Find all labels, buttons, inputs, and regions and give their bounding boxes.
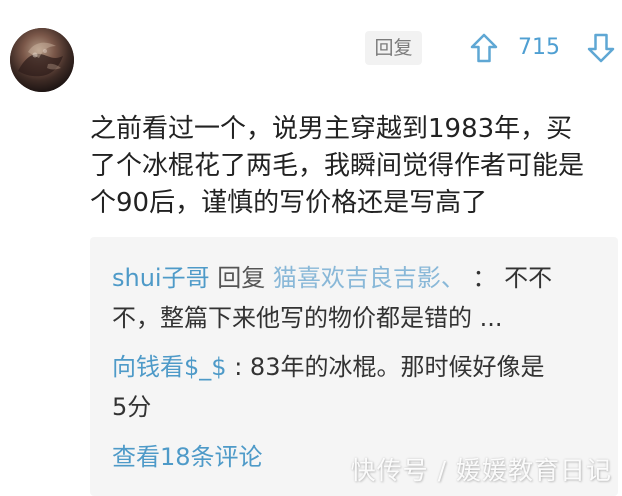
reply-text: 不不: [504, 264, 553, 292]
comment-line: 了个冰棍花了两毛，我瞬间觉得作者可能是: [90, 151, 585, 181]
reply-line: shui子哥 回复 猫喜欢吉良吉影、 ： 不不: [112, 261, 552, 295]
reply-button[interactable]: 回复: [365, 31, 422, 65]
vote-count: 715: [518, 35, 560, 60]
reply-separator: :: [234, 353, 243, 381]
reply-line: 不，整篇下来他写的物价都是错的 ...: [112, 301, 503, 335]
reply-username[interactable]: 向钱看$_$: [112, 353, 227, 381]
reply-text: 不，整篇下来他写的物价都是错的 ...: [112, 304, 503, 332]
reply-separator: ：: [472, 264, 497, 292]
reply-word: 回复: [217, 264, 266, 292]
reply-target-name[interactable]: 猫喜欢吉良吉影、: [273, 264, 465, 292]
comment-line: 之前看过一个，说男主穿越到1983年，买: [90, 114, 573, 144]
reply-text: 5分: [112, 393, 152, 421]
reply-username[interactable]: shui子哥: [112, 264, 210, 292]
comment-body: 之前看过一个，说男主穿越到1983年，买 了个冰棍花了两毛，我瞬间觉得作者可能是…: [90, 111, 612, 222]
comment-card: 回复 715 之前看过一个，说男主穿越到1983年，买 了个冰棍花了两毛，我瞬间…: [0, 0, 622, 496]
reply-text: 83年的冰棍。那时候好像是: [249, 353, 545, 381]
reply-line: 向钱看$_$ : 83年的冰棍。那时候好像是: [112, 350, 544, 384]
view-more-comments-link[interactable]: 查看18条评论: [112, 440, 263, 474]
watermark: 快传号 / 媛媛教育日记: [350, 456, 612, 485]
arrow-down-icon[interactable]: [586, 32, 616, 64]
comment-line: 个90后，谨慎的写价格还是写高了: [90, 188, 488, 218]
avatar[interactable]: [10, 28, 74, 92]
reply-line: 5分: [112, 390, 151, 424]
arrow-up-icon[interactable]: [469, 32, 499, 64]
